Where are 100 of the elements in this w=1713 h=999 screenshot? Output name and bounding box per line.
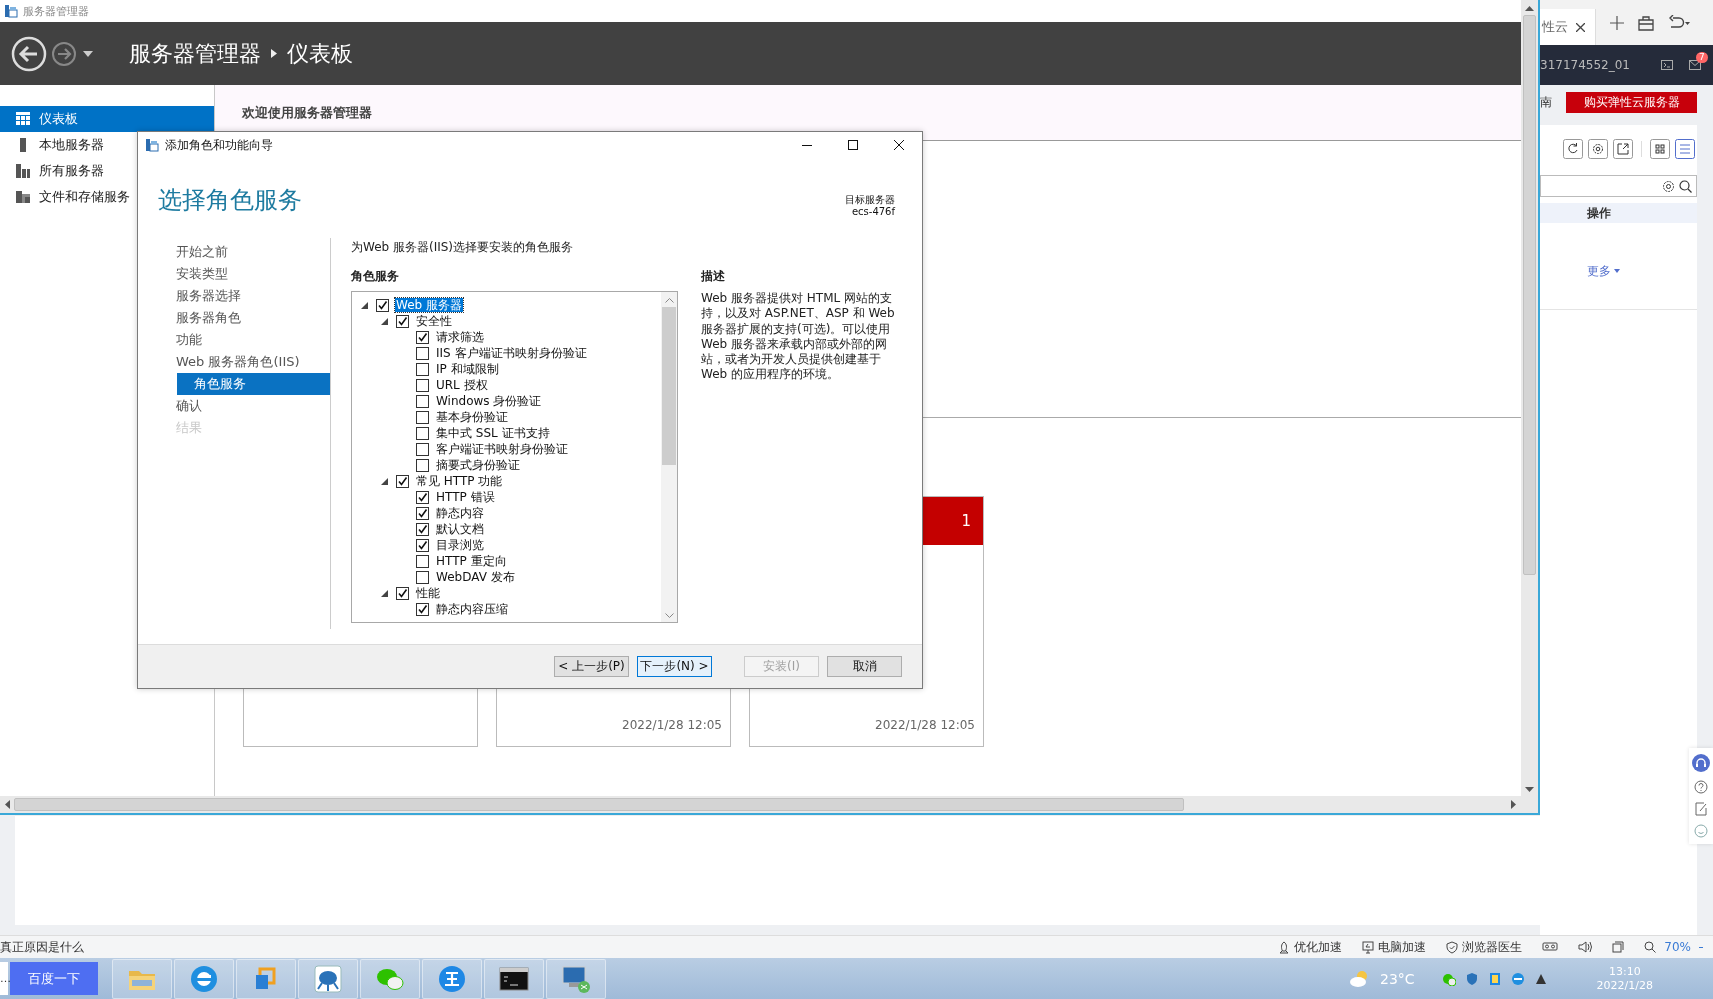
checkbox[interactable]	[416, 394, 429, 408]
speaker-icon[interactable]	[1578, 941, 1593, 953]
wizard-step[interactable]: 功能	[176, 329, 330, 351]
tree-item-label[interactable]: HTTP 重定向	[435, 554, 508, 568]
checkbox[interactable]	[416, 506, 429, 520]
tree-item-label[interactable]: WebDAV 发布	[435, 570, 516, 584]
checkbox[interactable]	[396, 586, 409, 600]
scroll-right-arrow-icon[interactable]	[1511, 800, 1516, 809]
settings-icon[interactable]	[1662, 179, 1675, 193]
tree-item-label[interactable]: Web 服务器	[395, 298, 463, 312]
nav-link[interactable]: 南	[1540, 93, 1552, 111]
status-bar-button[interactable]: 优化加速	[1278, 938, 1343, 956]
scroll-up-arrow-icon[interactable]	[1525, 6, 1534, 11]
sidebar-item[interactable]: 所有服务器	[0, 158, 214, 184]
search-icon[interactable]	[1679, 179, 1692, 193]
expand-arrow-icon[interactable]	[381, 589, 388, 597]
expand-arrow-icon[interactable]	[381, 477, 388, 485]
tree-item-label[interactable]: HTTP 错误	[435, 490, 496, 504]
refresh-button[interactable]	[1563, 139, 1583, 159]
scrollbar-thumb[interactable]	[662, 307, 676, 465]
scroll-down-arrow-icon[interactable]	[1525, 787, 1534, 792]
checkbox[interactable]	[416, 570, 429, 584]
mail-icon[interactable]	[1689, 60, 1701, 70]
checkbox[interactable]	[396, 314, 409, 328]
wizard-step[interactable]: 服务器选择	[176, 285, 330, 307]
browser-tab[interactable]: 性云	[1540, 9, 1596, 45]
tree-item-label[interactable]: 静态内容压缩	[435, 602, 509, 616]
export-button[interactable]	[1613, 139, 1633, 159]
checkbox[interactable]	[416, 378, 429, 392]
tree-item-label[interactable]: 摘要式身份验证	[435, 458, 521, 472]
checkbox[interactable]	[416, 362, 429, 376]
scrollbar-thumb[interactable]	[14, 798, 1184, 811]
close-icon[interactable]	[1576, 22, 1585, 32]
checkbox[interactable]	[416, 410, 429, 424]
back-button[interactable]	[11, 35, 47, 72]
forward-button[interactable]	[51, 40, 77, 67]
headset-icon[interactable]	[1692, 754, 1710, 772]
tree-item-label[interactable]: IIS 客户端证书映射身份验证	[435, 346, 588, 360]
wizard-step[interactable]: Web 服务器角色(IIS)	[176, 351, 330, 373]
status-bar-button[interactable]: 浏览器医生	[1446, 938, 1523, 956]
scrollbar-thumb[interactable]	[1523, 15, 1536, 575]
wizard-step[interactable]: 开始之前	[176, 241, 330, 263]
wizard-button[interactable]: 下一步(N) >	[637, 656, 712, 677]
sidebar-item[interactable]: 仪表板	[0, 106, 214, 132]
tree-item-label[interactable]: 默认文档	[435, 522, 485, 536]
app-tray-icon[interactable]	[1487, 971, 1502, 986]
checkbox[interactable]	[416, 442, 429, 456]
shield-tray-icon[interactable]	[1464, 971, 1479, 986]
checkbox[interactable]	[416, 426, 429, 440]
search-field[interactable]	[1540, 175, 1697, 197]
checkbox[interactable]	[416, 346, 429, 360]
toolbox-icon[interactable]	[1638, 14, 1654, 31]
dropdown-caret-icon[interactable]	[83, 50, 93, 57]
help-icon[interactable]	[1694, 780, 1708, 794]
wizard-step[interactable]: 确认	[176, 395, 330, 417]
buy-button[interactable]: 购买弹性云服务器	[1566, 91, 1697, 113]
checkbox[interactable]	[416, 554, 429, 568]
tree-item-label[interactable]: 客户端证书映射身份验证	[435, 442, 569, 456]
tree-item-label[interactable]: 安全性	[415, 314, 453, 328]
vr-headset-icon[interactable]	[1542, 941, 1559, 953]
search-button[interactable]: 百度一下	[10, 962, 98, 995]
tree-item-label[interactable]: 常见 HTTP 功能	[415, 474, 504, 488]
checkbox[interactable]	[416, 330, 429, 344]
tree-item-label[interactable]: 静态内容	[435, 506, 485, 520]
more-link[interactable]: 更多	[1587, 262, 1620, 280]
tree-item-label[interactable]: 集中式 SSL 证书支持	[435, 426, 551, 440]
tree-item-label[interactable]: 基本身份验证	[435, 410, 509, 424]
settings-button[interactable]	[1588, 139, 1608, 159]
scroll-left-arrow-icon[interactable]	[5, 800, 10, 809]
checkbox[interactable]	[396, 474, 409, 488]
taskbar-app[interactable]	[484, 958, 544, 999]
wizard-button[interactable]: < 上一步(P)	[554, 656, 629, 677]
undo-icon[interactable]	[1668, 14, 1690, 31]
edit-icon[interactable]	[1694, 802, 1708, 816]
wizard-step[interactable]: 服务器角色	[176, 307, 330, 329]
checkbox[interactable]	[416, 458, 429, 472]
window-icon[interactable]	[1612, 941, 1625, 953]
tree-item-label[interactable]: Windows 身份验证	[435, 394, 543, 408]
tree-item-label[interactable]: 请求筛选	[435, 330, 485, 344]
checkbox[interactable]	[416, 522, 429, 536]
new-tab-icon[interactable]	[1610, 15, 1624, 30]
expand-arrow-icon[interactable]	[381, 317, 388, 325]
search-field[interactable]: …	[0, 962, 8, 995]
status-bar-button[interactable]: 电脑加速	[1362, 938, 1427, 956]
grid-view-button[interactable]	[1650, 139, 1670, 159]
tree-item-label[interactable]: 目录浏览	[435, 538, 485, 552]
expand-arrow-icon[interactable]	[361, 301, 368, 309]
list-view-button[interactable]	[1675, 139, 1695, 159]
tree-item-label[interactable]: 性能	[415, 586, 441, 600]
tree-item-label[interactable]: URL 授权	[435, 378, 489, 392]
checkbox[interactable]	[416, 538, 429, 552]
tree-item-label[interactable]: IP 和域限制	[435, 362, 500, 376]
browser-tray-icon[interactable]	[1510, 971, 1525, 986]
checkbox[interactable]	[416, 602, 429, 616]
wizard-button[interactable]: 取消	[827, 656, 902, 677]
checkbox[interactable]	[376, 298, 389, 312]
terminal-icon[interactable]	[1661, 60, 1673, 70]
wizard-step[interactable]: 角色服务	[177, 373, 330, 395]
wizard-step[interactable]: 安装类型	[176, 263, 330, 285]
checkbox[interactable]	[416, 490, 429, 504]
